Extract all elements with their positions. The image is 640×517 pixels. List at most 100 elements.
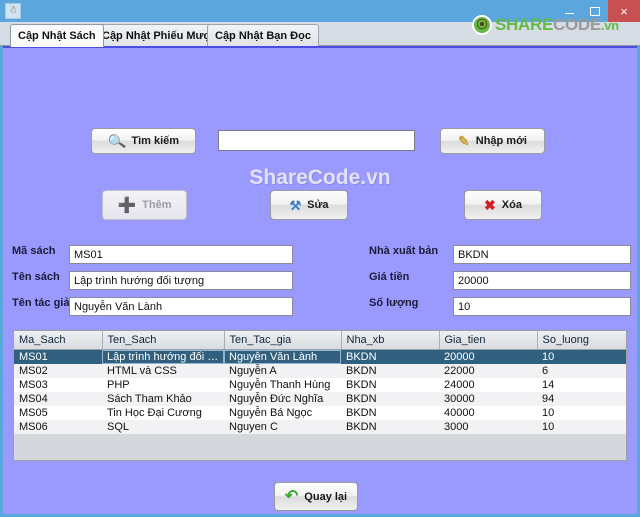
table-header: Ma_Sach Ten_Sach Ten_Tac_gia Nha_xb Gia_… [14, 331, 626, 350]
table-cell[interactable]: BKDN [341, 349, 439, 364]
column-header-ten-sach[interactable]: Ten_Sach [102, 331, 225, 350]
table-body: MS01 Lập trình hướng đối t... Nguyễn Văn L… [14, 349, 626, 434]
tab-label: Cập Nhật Bạn Đọc [215, 29, 311, 42]
back-arrow-icon: ↶ [284, 487, 299, 505]
input-ma-sach[interactable]: MS01 [69, 245, 293, 264]
table-row[interactable]: MS03 PHP Nguyễn Thanh Hùng BKDN 24000 14 [14, 378, 626, 392]
table-row[interactable]: MS05 Tin Học Đại Cương Nguyễn Bá Ngọc BKDN 4… [14, 406, 626, 420]
table-row[interactable]: MS02 HTML và CSS Nguyễn A BKDN 22000 6 [14, 364, 626, 378]
column-header-so-luong[interactable]: So_luong [537, 331, 626, 350]
table-cell[interactable]: 6 [537, 364, 626, 378]
table-cell[interactable]: BKDN [341, 392, 439, 406]
sharecode-logo-icon: ⦿ [472, 15, 492, 35]
table-cell[interactable]: MS01 [14, 349, 102, 364]
table-cell[interactable]: MS02 [14, 364, 102, 378]
minimize-icon [564, 13, 574, 14]
logo-text-share: SHARE [495, 15, 554, 34]
back-button[interactable]: ↶ Quay lại [274, 482, 358, 511]
table-cell[interactable]: MS03 [14, 378, 102, 392]
table-cell[interactable]: BKDN [341, 420, 439, 434]
table-cell[interactable]: 20000 [439, 349, 537, 364]
column-header-ma-sach[interactable]: Ma_Sach [14, 331, 103, 350]
table-cell[interactable]: BKDN [341, 378, 439, 392]
logo-text-vn: .vn [600, 18, 619, 33]
table-cell[interactable]: Nguyễn A [224, 364, 341, 378]
table-cell[interactable]: 10 [537, 406, 626, 420]
table-cell[interactable]: 40000 [439, 406, 537, 420]
content-pane: ShareCode.vn Copyright © ShareCode.vn 🔍 … [3, 46, 637, 514]
add-button-label: Thêm [142, 199, 172, 211]
table-cell[interactable]: 22000 [439, 364, 537, 378]
table-row[interactable]: MS01 Lập trình hướng đối t... Nguyễn Văn L… [14, 349, 626, 364]
tab-label: Cập Nhật Sách [18, 30, 96, 42]
table-cell[interactable]: 24000 [439, 378, 537, 392]
books-table-scroll[interactable]: Ma_Sach Ten_Sach Ten_Tac_gia Nha_xb Gia_… [13, 330, 627, 461]
table-cell[interactable]: Sách Tham Khảo [102, 392, 224, 406]
table-cell[interactable]: Tin Học Đại Cương [102, 406, 224, 420]
new-entry-button[interactable]: ✎ Nhập mới [440, 128, 545, 154]
red-x-icon: ✖ [484, 197, 496, 213]
input-nha-xuat-ban[interactable]: BKDN [453, 245, 631, 264]
input-ten-sach[interactable]: Lập trình hướng đối tượng [69, 271, 293, 290]
table-cell[interactable]: MS04 [14, 392, 102, 406]
books-table: Ma_Sach Ten_Sach Ten_Tac_gia Nha_xb Gia_… [14, 331, 626, 434]
sharecode-logo-watermark: ⦿ SHARECODE.vn [472, 15, 619, 35]
table-cell[interactable]: 10 [537, 349, 626, 364]
table-cell[interactable]: HTML và CSS [102, 364, 224, 378]
add-button[interactable]: ➕ Thêm [102, 190, 187, 220]
tab-label: Cập Nhật Phiếu Mượn [102, 29, 219, 42]
column-header-gia-tien[interactable]: Gia_tien [439, 331, 538, 350]
table-cell[interactable]: MS06 [14, 420, 102, 434]
label-so-luong: Số lượng [369, 297, 419, 309]
table-header-row: Ma_Sach Ten_Sach Ten_Tac_gia Nha_xb Gia_… [14, 331, 626, 350]
edit-button[interactable]: ⚒ Sửa [270, 190, 348, 220]
table-cell[interactable]: Nguyễn Thanh Hùng [224, 378, 341, 392]
table-row[interactable]: MS04 Sách Tham Khảo Nguyễn Đức Nghĩa BKDN 30… [14, 392, 626, 406]
plus-icon: ➕ [117, 196, 137, 214]
label-nha-xuat-ban: Nhà xuất bản [369, 245, 439, 257]
magnifier-icon: 🔍 [106, 131, 127, 151]
pencil-icon: ✎ [458, 133, 470, 149]
new-entry-button-label: Nhập mới [475, 135, 527, 147]
logo-text-code: CODE [553, 15, 601, 34]
table-cell[interactable]: BKDN [341, 364, 439, 378]
search-input[interactable] [218, 130, 415, 151]
application-window: ☃ × Cập Nhật Sách Cập Nhật Phiếu Mượn Cậ… [0, 0, 640, 517]
table-cell[interactable]: 14 [537, 378, 626, 392]
table-cell[interactable]: 30000 [439, 392, 537, 406]
input-so-luong[interactable]: 10 [453, 297, 631, 316]
table-cell[interactable]: BKDN [341, 406, 439, 420]
column-header-ten-tac-gia[interactable]: Ten_Tac_gia [224, 331, 342, 350]
delete-button-label: Xóa [501, 199, 522, 211]
column-header-nha-xb[interactable]: Nha_xb [341, 331, 440, 350]
label-ten-sach: Tên sách [12, 271, 60, 283]
table-cell[interactable]: MS05 [14, 406, 102, 420]
java-coffee-cup-icon: ☃ [5, 3, 21, 19]
label-gia-tien: Giá tiền [369, 271, 410, 283]
table-cell[interactable]: 94 [537, 392, 626, 406]
table-row[interactable]: MS06 SQL Nguyen C BKDN 3000 10 [14, 420, 626, 434]
search-button[interactable]: 🔍 Tìm kiếm [91, 128, 196, 154]
table-cell[interactable]: Nguyễn Bá Ngọc [224, 406, 341, 420]
table-cell[interactable]: PHP [102, 378, 224, 392]
tab-cap-nhat-ban-doc[interactable]: Cập Nhật Bạn Đọc [207, 24, 319, 46]
table-cell[interactable]: Nguyễn Đức Nghĩa [224, 392, 341, 406]
search-button-label: Tìm kiếm [131, 135, 180, 147]
table-cell[interactable]: SQL [102, 420, 224, 434]
close-icon: × [620, 3, 628, 19]
table-cell[interactable]: Nguyễn Văn Lành [224, 349, 341, 364]
label-ma-sach: Mã sách [12, 245, 56, 257]
back-button-label: Quay lại [304, 490, 348, 503]
table-cell[interactable]: 10 [537, 420, 626, 434]
table-cell[interactable]: Lập trình hướng đối t... [102, 349, 224, 364]
input-ten-tac-gia[interactable]: Nguyễn Văn Lành [69, 297, 293, 316]
input-gia-tien[interactable]: 20000 [453, 271, 631, 290]
delete-button[interactable]: ✖ Xóa [464, 190, 542, 220]
tab-cap-nhat-sach[interactable]: Cập Nhật Sách [10, 24, 104, 47]
label-ten-tac-gia: Tên tác giả [12, 297, 70, 309]
table-cell[interactable]: 3000 [439, 420, 537, 434]
edit-button-label: Sửa [307, 199, 329, 211]
table-cell[interactable]: Nguyen C [224, 420, 341, 434]
middle-watermark: ShareCode.vn [249, 166, 391, 189]
wrench-screwdriver-icon: ⚒ [289, 197, 302, 213]
